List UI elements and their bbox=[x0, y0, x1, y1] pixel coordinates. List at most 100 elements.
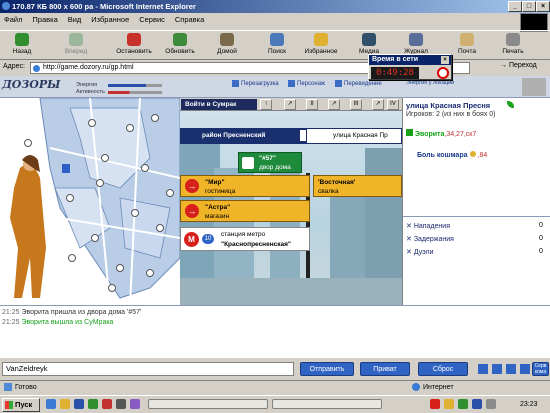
menu-tools[interactable]: Сервис bbox=[135, 15, 169, 24]
disconnect-icon[interactable] bbox=[437, 67, 449, 79]
vostochnaya-dump-sign[interactable]: 'Восточная' свалка bbox=[313, 175, 402, 197]
quicklaunch-app-icon[interactable] bbox=[102, 399, 112, 409]
arrests-value: 0 bbox=[539, 235, 543, 242]
refresh-icon bbox=[173, 33, 187, 46]
chat-input-row: VanZeldreyk Отправить Приват Сброс Серв … bbox=[0, 360, 550, 378]
enter-twilight-button[interactable]: Войти в Сумрак bbox=[181, 99, 257, 110]
district-map[interactable] bbox=[0, 98, 180, 305]
mail-button[interactable]: Почта bbox=[455, 33, 479, 60]
quicklaunch-app-icon[interactable] bbox=[130, 399, 140, 409]
tray-icon[interactable] bbox=[444, 399, 454, 409]
menu-file[interactable]: Файл bbox=[0, 15, 26, 24]
location-name: улица Красная Пресня bbox=[406, 101, 491, 110]
scene-level-button[interactable]: III bbox=[350, 99, 362, 110]
menu-favorites[interactable]: Избранное bbox=[87, 15, 133, 24]
maximize-button[interactable]: □ bbox=[522, 1, 536, 12]
stop-button[interactable]: Остановить bbox=[110, 33, 158, 60]
nav-vision[interactable]: Перевидение bbox=[335, 80, 382, 87]
quicklaunch-excel-icon[interactable] bbox=[88, 399, 98, 409]
quicklaunch-ie-icon[interactable] bbox=[46, 399, 56, 409]
menu-help[interactable]: Справка bbox=[171, 15, 208, 24]
duels-label[interactable]: ✕ Дуэли bbox=[406, 248, 434, 256]
quicklaunch-app-icon[interactable] bbox=[116, 399, 126, 409]
go-button[interactable]: → Переход bbox=[500, 62, 537, 69]
address-label: Адрес: bbox=[3, 63, 25, 70]
menu-edit[interactable]: Правка bbox=[28, 15, 61, 24]
online-time-title: Время в сети × bbox=[369, 55, 451, 65]
favorites-button[interactable]: Избранное bbox=[300, 33, 342, 60]
attacks-label[interactable]: ✕ Нападения bbox=[406, 222, 450, 230]
service-button[interactable]: Серв кома bbox=[532, 362, 549, 376]
attacks-value: 0 bbox=[539, 222, 543, 229]
metro-station-sign[interactable]: M 10 станция метро "Краснопресненская" bbox=[180, 227, 310, 251]
player-row[interactable]: Эворита,34,27,ск7 bbox=[406, 129, 476, 138]
turn-arrow-icon: → bbox=[185, 179, 199, 193]
scene-level-button[interactable]: II bbox=[306, 99, 318, 110]
street-sign[interactable]: улица Красная Пр bbox=[306, 128, 402, 144]
chat-input[interactable]: VanZeldreyk bbox=[2, 362, 294, 376]
taskbar-window-button[interactable] bbox=[148, 399, 268, 409]
help-icon[interactable] bbox=[520, 364, 530, 374]
window-title-bar: 170.87 КБ 800 x 600 ра - Microsoft Inter… bbox=[0, 0, 550, 13]
scene-arrow-button[interactable]: ↗ bbox=[328, 99, 340, 110]
zone-text: Интернет bbox=[412, 381, 454, 394]
status-text: Готово bbox=[4, 381, 37, 394]
menu-view[interactable]: Вид bbox=[64, 15, 86, 24]
tray-icon[interactable] bbox=[458, 399, 468, 409]
quicklaunch-word-icon[interactable] bbox=[74, 399, 84, 409]
back-arrow-icon bbox=[15, 33, 29, 46]
chat-line: 21:25 Эворита вышла из СуМрака bbox=[2, 319, 114, 326]
quicklaunch-folder-icon[interactable] bbox=[60, 399, 70, 409]
popup-close-button[interactable]: × bbox=[441, 56, 449, 64]
house-57-sign[interactable]: "#57" двор дома bbox=[238, 152, 302, 173]
taskbar-window-button[interactable] bbox=[272, 399, 382, 409]
close-button[interactable]: × bbox=[536, 1, 550, 12]
minimize-button[interactable]: _ bbox=[508, 1, 522, 12]
start-button[interactable]: Пуск bbox=[2, 398, 40, 412]
arrests-label[interactable]: ✕ Задержания bbox=[406, 235, 454, 243]
tray-icon[interactable] bbox=[486, 399, 496, 409]
metro-line-badge: 10 bbox=[202, 234, 214, 244]
energy-bar bbox=[108, 84, 162, 87]
mir-hotel-sign[interactable]: → "Мир" гостиница bbox=[180, 175, 310, 197]
astra-shop-sign[interactable]: → "Астра" магазин bbox=[180, 200, 310, 222]
scene-arrow-button[interactable]: ↗ bbox=[372, 99, 384, 110]
home-icon bbox=[220, 33, 234, 46]
search-button[interactable]: Поиск bbox=[262, 33, 292, 60]
ie-icon bbox=[2, 2, 10, 10]
tray-icon[interactable] bbox=[430, 399, 440, 409]
player-row[interactable]: Боль кошмара ,84 bbox=[417, 151, 487, 159]
metro-icon: M bbox=[184, 232, 199, 247]
taskbar-clock: 23:23 bbox=[520, 401, 538, 408]
back-button[interactable]: Назад bbox=[4, 33, 40, 60]
tray-icon[interactable] bbox=[472, 399, 482, 409]
scene-arrow-button[interactable]: ↗ bbox=[284, 99, 296, 110]
search-icon bbox=[270, 33, 284, 46]
leaf-icon bbox=[507, 101, 514, 108]
nav-character[interactable]: Персонаж bbox=[288, 80, 325, 87]
scene-level-button[interactable]: IV bbox=[387, 99, 399, 110]
print-button[interactable]: Печать bbox=[498, 33, 528, 60]
forward-arrow-icon bbox=[69, 33, 83, 46]
smiley-icon[interactable] bbox=[478, 364, 488, 374]
reset-button[interactable]: Сброс bbox=[418, 362, 468, 376]
scene-arrow-button[interactable]: ↑ bbox=[260, 99, 272, 110]
refresh-button[interactable]: Обновить bbox=[160, 33, 200, 60]
forward-button[interactable]: Вперед bbox=[58, 33, 94, 60]
settings-icon[interactable] bbox=[492, 364, 502, 374]
character-icon bbox=[288, 80, 295, 87]
edit-icon[interactable] bbox=[506, 364, 516, 374]
send-button[interactable]: Отправить bbox=[300, 362, 354, 376]
chat-line: 21:25 Эворита пришла из двора дома '#57' bbox=[2, 309, 142, 316]
online-time-value: 0:49:28 bbox=[371, 67, 419, 79]
divider bbox=[403, 216, 550, 217]
print-icon bbox=[506, 33, 520, 46]
clan-icon bbox=[469, 151, 476, 157]
nav-reload[interactable]: Перезагрузка bbox=[232, 80, 279, 87]
home-button[interactable]: Домой bbox=[212, 33, 242, 60]
nav-location-energy[interactable]: Энергия у локации bbox=[406, 80, 454, 86]
internet-globe-icon bbox=[412, 383, 420, 392]
game-logo: ДОЗОРЫ bbox=[2, 78, 61, 91]
energy-label: Энергия bbox=[76, 82, 98, 88]
private-button[interactable]: Приват bbox=[360, 362, 410, 376]
